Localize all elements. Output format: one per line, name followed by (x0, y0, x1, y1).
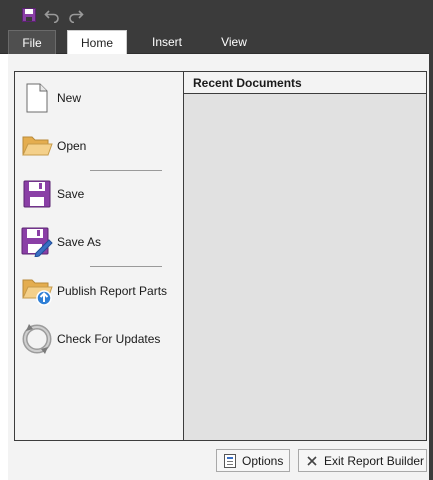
tab-file[interactable]: File (8, 30, 56, 54)
save-as-icon (21, 226, 53, 258)
publish-report-parts-icon (21, 275, 53, 307)
backstage-menu: New Open Save Save As Publish Report Par… (15, 72, 183, 440)
tab-insert[interactable]: Insert (142, 30, 192, 54)
window-border (429, 0, 433, 480)
menu-item-label: Save As (57, 235, 102, 249)
menu-separator (90, 266, 162, 267)
menu-item-label: Check For Updates (57, 332, 161, 346)
exit-label: Exit Report Builder (324, 453, 425, 468)
menu-item-label: Publish Report Parts (57, 284, 168, 298)
menu-item-label: New (57, 91, 82, 105)
check-for-updates-icon (21, 323, 53, 355)
exit-report-builder-button[interactable]: Exit Report Builder (298, 449, 427, 472)
backstage-frame: New Open Save Save As Publish Report Par… (14, 71, 427, 441)
options-button[interactable]: Options (216, 449, 290, 472)
close-icon (305, 454, 319, 468)
undo-icon[interactable] (43, 6, 61, 24)
options-icon (223, 453, 237, 468)
recent-documents-panel: Recent Documents (183, 72, 426, 440)
redo-icon[interactable] (67, 6, 85, 24)
tab-view[interactable]: View (212, 30, 256, 54)
options-label: Options (242, 453, 284, 468)
title-bar (0, 0, 433, 30)
save-icon[interactable] (20, 6, 38, 24)
new-document-icon (21, 82, 53, 114)
menu-item-publish-report-parts[interactable]: Publish Report Parts (17, 271, 181, 311)
menu-item-open[interactable]: Open (17, 126, 181, 166)
ribbon-tab-strip: File Home Insert View (0, 30, 433, 55)
save-icon (21, 178, 53, 210)
menu-item-save[interactable]: Save (17, 174, 181, 214)
menu-item-check-for-updates[interactable]: Check For Updates (17, 319, 181, 359)
menu-item-label: Open (57, 139, 87, 153)
menu-item-new[interactable]: New (17, 78, 181, 118)
menu-separator (90, 170, 162, 171)
menu-item-label: Save (57, 187, 85, 201)
menu-item-save-as[interactable]: Save As (17, 222, 181, 262)
recent-documents-title: Recent Documents (184, 72, 426, 94)
open-folder-icon (21, 130, 53, 162)
tab-home[interactable]: Home (67, 30, 127, 55)
